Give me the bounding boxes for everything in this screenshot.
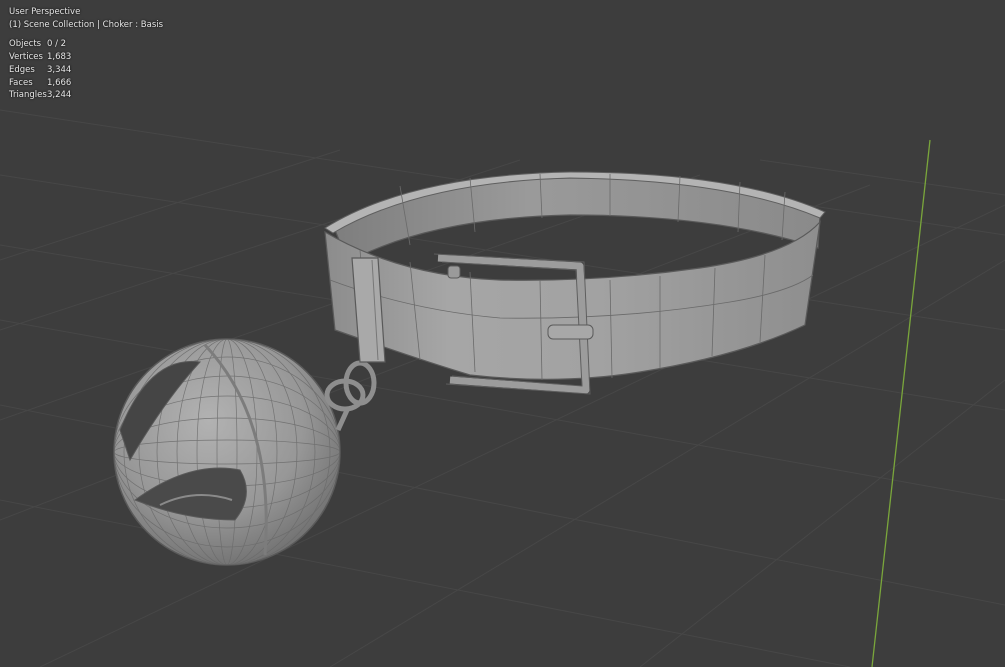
stat-edges: Edges 3,344: [9, 64, 163, 77]
scene-context: (1) Scene Collection | Choker : Basis: [9, 19, 164, 30]
stat-value: 0 / 2: [47, 39, 67, 50]
stat-vertices: Vertices 1,683: [9, 51, 163, 64]
view-name: User Perspective: [9, 7, 81, 17]
stat-value: 3,344: [47, 64, 72, 75]
bell-mesh[interactable]: [113, 338, 377, 566]
3d-viewport[interactable]: User Perspective (1) Scene Collection | …: [0, 0, 1005, 667]
stat-label: Objects: [9, 39, 42, 50]
stat-value: 1,683: [47, 52, 72, 63]
stat-objects: Objects 0 / 2: [9, 38, 163, 51]
stat-triangles: Triangles 3,244: [9, 89, 163, 102]
stat-label: Edges: [9, 64, 35, 75]
stat-label: Vertices: [9, 52, 43, 63]
stat-value: 1,666: [47, 77, 72, 88]
choker-mesh[interactable]: [324, 171, 826, 395]
stat-faces: Faces 1,666: [9, 77, 163, 90]
viewport-info-overlay: User Perspective (1) Scene Collection | …: [9, 6, 163, 102]
stat-label: Faces: [9, 77, 33, 88]
stat-label: Triangles: [9, 90, 47, 101]
statistics-panel: Objects 0 / 2 Vertices 1,683 Edges 3,344…: [9, 38, 163, 102]
stat-value: 3,244: [47, 90, 72, 101]
